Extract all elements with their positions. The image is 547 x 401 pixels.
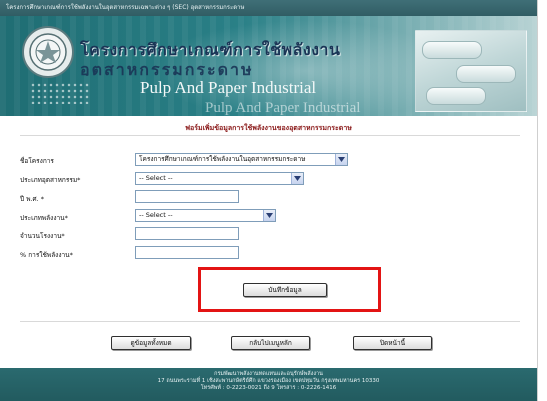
paper-machine-graphic [415,30,527,112]
header-banner: โครงการศึกษาเกณฑ์การใช้พลังงาน อุตสาหกรร… [0,16,537,116]
form-heading: ฟอร์มเพิ่มข้อมูลการใช้พลังงานของอุตสาหกร… [185,124,352,132]
energy-percent-input[interactable] [135,246,239,259]
energy-type-select[interactable]: -- Select -- [135,209,276,222]
industry-type-select[interactable]: -- Select -- [135,172,304,185]
project-label: ชื่อโครงการ [20,157,54,165]
chevron-down-icon[interactable] [291,173,303,184]
chevron-down-icon[interactable] [335,154,347,165]
view-all-button[interactable]: ดูข้อมูลทั้งหมด [111,336,191,350]
paper-roll [426,87,486,105]
footer-address: 17 ถนนพระรามที่ 1 เชิงสะพานกษัตริย์ศึก แ… [157,378,380,384]
energy-type-select-value: -- Select -- [139,211,173,219]
chevron-down-glyph [294,176,301,181]
chevron-down-icon[interactable] [263,210,275,221]
year-input[interactable] [135,190,239,203]
footer: กรมพัฒนาพลังงานทดแทนและอนุรักษ์พลังงาน 1… [0,368,537,401]
close-page-button[interactable]: ปิดหน้านี้ [353,336,432,350]
chevron-down-glyph [266,213,273,218]
save-button[interactable]: บันทึกข้อมูล [243,283,327,297]
top-strip: โครงการศึกษาเกณฑ์การใช้พลังงานในอุตสาหกร… [0,0,537,16]
banner-title-english: Pulp And Paper Industrial [140,78,317,97]
factory-count-input[interactable] [135,227,239,240]
project-select[interactable]: โครงการศึกษาเกณฑ์การใช้พลังงานในอุตสาหกร… [135,153,348,166]
energy-type-label: ประเภทพลังงาน* [20,214,68,222]
footer-org: กรมพัฒนาพลังงานทดแทนและอนุรักษ์พลังงาน [214,371,323,377]
banner-dot-pattern [30,82,90,104]
page-frame: โครงการศึกษาเกณฑ์การใช้พลังงานในอุตสาหกร… [0,0,538,401]
factory-count-label: จำนวนโรงงาน* [20,232,65,240]
paper-roll [456,65,516,83]
heading-divider [20,135,520,136]
year-label: ปี พ.ศ. * [20,195,45,203]
back-to-main-button[interactable]: กลับไปเมนูหลัก [231,336,310,350]
emblem-seal-icon [22,26,74,78]
right-gutter [538,0,547,401]
actions-divider [20,321,520,322]
banner-subtitle-thai: อุตสาหกรรมกระดาษ [80,60,254,76]
chevron-down-glyph [338,157,345,162]
project-select-value: โครงการศึกษาเกณฑ์การใช้พลังงานในอุตสาหกร… [139,155,306,163]
footer-contact: โทรศัพท์ : 0-2223-0021 ถึง 9 โทรสาร : 0-… [200,385,337,391]
energy-percent-label: % การใช้พลังงาน* [20,251,73,259]
industry-type-select-value: -- Select -- [139,174,173,182]
industry-type-label: ประเภทอุตสาหกรรม* [20,176,81,184]
paper-roll [422,41,482,59]
banner-title-english-shadow: Pulp And Paper Industrial [205,100,361,116]
seal-graphic [29,33,67,71]
